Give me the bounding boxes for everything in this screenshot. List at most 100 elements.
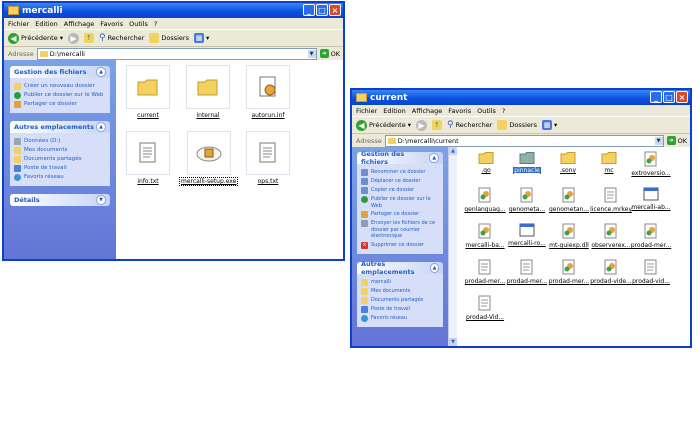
place-network[interactable]: Favoris réseau bbox=[361, 314, 439, 322]
search-button[interactable]: ⚲ Rechercher bbox=[99, 33, 144, 43]
file-name: prodad-vid... bbox=[632, 278, 670, 285]
views-button[interactable]: ▦ ▾ bbox=[542, 120, 557, 130]
task-copy[interactable]: Copier ce dossier bbox=[361, 187, 439, 194]
menu-edition[interactable]: Edition bbox=[383, 107, 406, 115]
file-item[interactable]: mt-guiexp.dll bbox=[547, 223, 591, 249]
file-item[interactable]: prodad-mer... bbox=[463, 259, 507, 285]
place-my-documents[interactable]: Mes documents bbox=[361, 287, 439, 295]
task-pane-scrollbar[interactable]: ▲ ▼ bbox=[448, 147, 457, 346]
place-shared-documents[interactable]: Documents partagés bbox=[361, 296, 439, 304]
title-bar[interactable]: mercalli _ □ × bbox=[4, 3, 343, 18]
task-email[interactable]: Envoyer les fichiers de ce dossier par c… bbox=[361, 220, 439, 240]
task-delete[interactable]: × Supprimer ce dossier bbox=[361, 241, 439, 249]
folder-up-icon[interactable]: ↑ bbox=[431, 120, 442, 130]
minimize-button[interactable]: _ bbox=[303, 4, 315, 16]
file-item[interactable]: info.txt bbox=[126, 131, 170, 185]
place-mercalli[interactable]: mercalli bbox=[361, 278, 439, 286]
place-my-computer[interactable]: Poste de travail bbox=[361, 305, 439, 313]
maximize-button[interactable]: □ bbox=[316, 4, 328, 16]
file-item[interactable]: mercalli-ro... bbox=[505, 223, 549, 247]
file-item[interactable]: .sony bbox=[549, 151, 587, 174]
place-my-computer[interactable]: Poste de travail bbox=[14, 165, 106, 172]
file-item[interactable]: mc bbox=[590, 151, 628, 174]
search-button[interactable]: ⚲ Rechercher bbox=[447, 120, 492, 130]
menu-affichage[interactable]: Affichage bbox=[64, 20, 95, 28]
collapse-icon[interactable]: ▲ bbox=[429, 153, 439, 163]
back-button[interactable]: ◀ Précédente ▾ bbox=[356, 119, 411, 131]
task-move[interactable]: Déplacer ce dossier bbox=[361, 178, 439, 185]
file-item[interactable]: internal bbox=[186, 65, 230, 119]
file-item[interactable]: genlanguag... bbox=[463, 187, 507, 213]
folders-button[interactable]: Dossiers bbox=[497, 120, 537, 130]
address-dropdown-icon[interactable]: ▼ bbox=[307, 49, 316, 58]
file-item[interactable]: autorun.inf bbox=[246, 65, 290, 119]
menu-fichier[interactable]: Fichier bbox=[356, 107, 377, 115]
place-my-documents[interactable]: Mes documents bbox=[14, 147, 106, 154]
file-item[interactable]: genometan... bbox=[547, 187, 591, 213]
panel-header[interactable]: Autres emplacements ▲ bbox=[10, 121, 110, 133]
folders-button[interactable]: Dossiers bbox=[149, 33, 189, 43]
collapse-icon[interactable]: ▲ bbox=[96, 122, 106, 132]
file-item[interactable]: prodad-vide... bbox=[589, 259, 633, 285]
collapse-icon[interactable]: ▲ bbox=[430, 262, 439, 273]
menu-affichage[interactable]: Affichage bbox=[412, 107, 443, 115]
dll-file-icon bbox=[478, 223, 491, 239]
file-item[interactable]: mercalli-ab... bbox=[629, 187, 673, 211]
place-shared-documents[interactable]: Documents partagés bbox=[14, 156, 106, 163]
place-network[interactable]: Favoris réseau bbox=[14, 174, 106, 181]
minimize-button[interactable]: _ bbox=[650, 91, 662, 103]
menu-outils[interactable]: Outils bbox=[477, 107, 496, 115]
address-dropdown-icon[interactable]: ▼ bbox=[654, 136, 663, 145]
panel-header[interactable]: Détails ▼ bbox=[10, 194, 110, 206]
back-button[interactable]: ◀ Précédente ▾ bbox=[8, 32, 63, 44]
file-item[interactable]: extroversio... bbox=[629, 151, 673, 177]
file-item[interactable]: mercalli-setup.exe bbox=[178, 131, 239, 186]
address-input[interactable]: D:\mercalli\current ▼ bbox=[384, 134, 664, 147]
collapse-icon[interactable]: ▲ bbox=[96, 67, 106, 77]
menu-help[interactable]: ? bbox=[154, 20, 157, 28]
file-item[interactable]: prodad-vid... bbox=[629, 259, 673, 285]
views-button[interactable]: ▦ ▾ bbox=[194, 33, 209, 43]
menu-favoris[interactable]: Favoris bbox=[448, 107, 471, 115]
expand-icon[interactable]: ▼ bbox=[96, 195, 106, 205]
task-share[interactable]: Partager ce dossier bbox=[14, 101, 106, 108]
file-item[interactable]: pinnacle bbox=[508, 151, 546, 174]
file-item[interactable]: ops.txt bbox=[246, 131, 290, 185]
menu-edition[interactable]: Edition bbox=[35, 20, 58, 28]
file-item[interactable]: prodad-mer... bbox=[629, 223, 673, 249]
menu-favoris[interactable]: Favoris bbox=[100, 20, 123, 28]
task-publish-web[interactable]: Publier ce dossier sur le Web bbox=[14, 92, 106, 99]
file-item[interactable]: prodad-mer... bbox=[505, 259, 549, 285]
title-bar[interactable]: current _ □ × bbox=[352, 90, 690, 105]
maximize-button[interactable]: □ bbox=[663, 91, 675, 103]
go-button[interactable]: ➜ OK bbox=[319, 49, 343, 58]
forward-button[interactable]: ▶ bbox=[67, 32, 79, 44]
panel-header[interactable]: Gestion des fichiers ▲ bbox=[357, 150, 443, 166]
task-new-folder[interactable]: Créer un nouveau dossier bbox=[14, 83, 106, 90]
folder-up-icon[interactable]: ↑ bbox=[83, 33, 94, 43]
panel-header[interactable]: Autres emplacements ▲ bbox=[357, 260, 443, 276]
file-item[interactable]: .qo bbox=[467, 151, 505, 174]
go-button[interactable]: ➜ OK bbox=[666, 136, 690, 145]
scroll-up-icon[interactable]: ▲ bbox=[449, 147, 457, 155]
menu-outils[interactable]: Outils bbox=[129, 20, 148, 28]
file-item[interactable]: mercalli-ba... bbox=[463, 223, 507, 249]
file-item[interactable]: prodad-mer... bbox=[547, 259, 591, 285]
close-button[interactable]: × bbox=[329, 4, 341, 16]
file-item[interactable]: genometa... bbox=[505, 187, 549, 213]
task-rename[interactable]: Renommer ce dossier bbox=[361, 169, 439, 176]
place-drive-d[interactable]: Données (D:) bbox=[14, 138, 106, 145]
task-share[interactable]: Partager ce dossier bbox=[361, 211, 439, 218]
menu-help[interactable]: ? bbox=[502, 107, 505, 115]
task-publish-web[interactable]: Publier ce dossier sur le Web bbox=[361, 196, 439, 209]
address-input[interactable]: D:\mercalli ▼ bbox=[36, 47, 317, 60]
menu-fichier[interactable]: Fichier bbox=[8, 20, 29, 28]
file-item[interactable]: prodad-Vid... bbox=[463, 295, 507, 321]
file-item[interactable]: observerex... bbox=[589, 223, 633, 249]
file-item[interactable]: licence.mrkey bbox=[589, 187, 633, 213]
panel-header[interactable]: Gestion des fichiers ▲ bbox=[10, 66, 110, 78]
scroll-down-icon[interactable]: ▼ bbox=[449, 338, 457, 346]
close-button[interactable]: × bbox=[676, 91, 688, 103]
file-item[interactable]: current bbox=[126, 65, 170, 119]
forward-button[interactable]: ▶ bbox=[415, 119, 427, 131]
